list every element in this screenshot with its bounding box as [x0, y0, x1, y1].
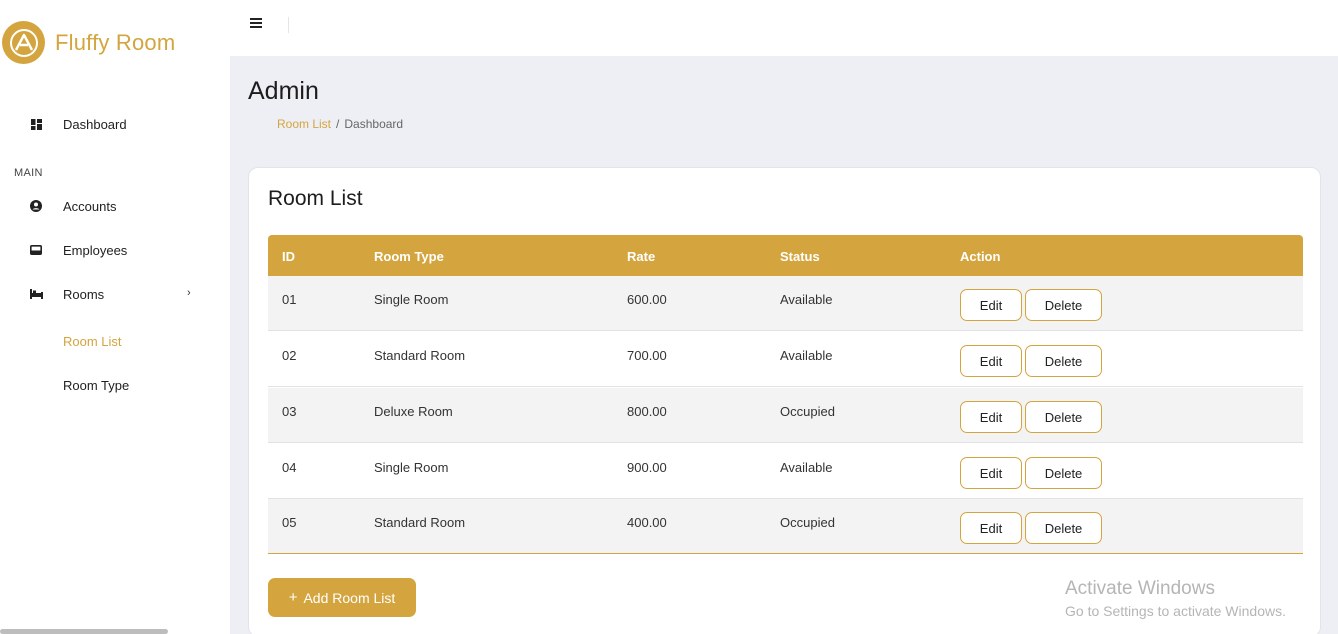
sidebar-scrollbar[interactable]: [0, 629, 168, 634]
delete-button[interactable]: Delete: [1025, 289, 1102, 321]
cell-rate: 700.00: [627, 348, 667, 363]
column-header-rate: Rate: [627, 249, 656, 264]
cell-id: 05: [282, 515, 297, 530]
sidebar-item-label: Accounts: [63, 198, 117, 214]
column-header-action: Action: [960, 249, 1001, 264]
windows-activation-watermark: Activate Windows Go to Settings to activ…: [1065, 578, 1286, 619]
edit-button[interactable]: Edit: [960, 457, 1022, 489]
cell-id: 03: [282, 404, 297, 419]
sidebar-item-room-type[interactable]: Room Type: [63, 378, 129, 393]
cell-id: 04: [282, 460, 297, 475]
room-list-card: Room List ID Room Type Rate Status Actio…: [248, 167, 1321, 634]
cell-room-type: Single Room: [374, 460, 449, 475]
edit-button[interactable]: Edit: [960, 401, 1022, 433]
cell-room-type: Deluxe Room: [374, 404, 453, 419]
cell-status: Occupied: [780, 515, 835, 530]
column-header-id: ID: [282, 249, 295, 264]
breadcrumb-current: Dashboard: [344, 117, 404, 131]
inbox-icon: [28, 242, 44, 258]
cell-rate: 900.00: [627, 460, 667, 475]
cell-rate: 800.00: [627, 404, 667, 419]
user-circle-icon: [28, 198, 44, 214]
dashboard-icon: [28, 116, 44, 132]
delete-button[interactable]: Delete: [1025, 401, 1102, 433]
cell-rate: 400.00: [627, 515, 667, 530]
sidebar-item-dashboard[interactable]: Dashboard: [28, 116, 127, 132]
cell-room-type: Standard Room: [374, 348, 466, 363]
cell-status: Available: [780, 348, 833, 363]
brand-logo-icon: [2, 21, 45, 64]
sidebar-section-main: MAIN: [14, 167, 43, 179]
table-row: 01 Single Room 600.00 Available Edit Del…: [268, 276, 1303, 331]
add-room-list-button[interactable]: + Add Room List: [268, 578, 416, 617]
cell-status: Available: [780, 292, 833, 307]
sidebar-item-label: Employees: [63, 242, 128, 258]
plus-icon: +: [288, 589, 298, 606]
watermark-title: Activate Windows: [1065, 578, 1215, 599]
cell-id: 02: [282, 348, 297, 363]
edit-button[interactable]: Edit: [960, 345, 1022, 377]
sidebar: Fluffy Room Dashboard MAIN Accounts Empl…: [0, 0, 230, 634]
table-row: 03 Deluxe Room 800.00 Occupied Edit Dele…: [268, 388, 1303, 443]
sidebar-item-label: Dashboard: [63, 116, 127, 132]
cell-status: Available: [780, 460, 833, 475]
column-header-room-type: Room Type: [374, 249, 444, 264]
breadcrumb-link-room-list[interactable]: Room List: [277, 117, 331, 131]
table-header: ID Room Type Rate Status Action: [268, 235, 1303, 276]
cell-room-type: Single Room: [374, 292, 449, 307]
sidebar-item-room-list[interactable]: Room List: [63, 334, 122, 349]
breadcrumb: Room List / Dashboard: [277, 117, 403, 131]
table-row: 02 Standard Room 700.00 Available Edit D…: [268, 332, 1303, 387]
edit-button[interactable]: Edit: [960, 289, 1022, 321]
sidebar-item-accounts[interactable]: Accounts: [28, 198, 116, 214]
cell-rate: 600.00: [627, 292, 667, 307]
cell-id: 01: [282, 292, 297, 307]
sidebar-item-label: Rooms: [63, 286, 105, 302]
delete-button[interactable]: Delete: [1025, 512, 1102, 544]
topbar: [230, 0, 1338, 56]
sidebar-item-employees[interactable]: Employees: [28, 242, 127, 258]
bed-icon: [28, 286, 44, 302]
table-row: 05 Standard Room 400.00 Occupied Edit De…: [268, 499, 1303, 554]
delete-button[interactable]: Delete: [1025, 457, 1102, 489]
watermark-subtitle: Go to Settings to activate Windows.: [1065, 603, 1286, 619]
cell-status: Occupied: [780, 404, 835, 419]
sidebar-item-rooms[interactable]: Rooms: [28, 286, 104, 302]
card-title: Room List: [268, 187, 363, 210]
cell-room-type: Standard Room: [374, 515, 466, 530]
breadcrumb-separator: /: [336, 117, 340, 131]
page-title: Admin: [248, 77, 319, 105]
add-room-list-label: Add Room List: [303, 589, 396, 606]
topbar-divider: [288, 17, 289, 33]
menu-toggle-icon[interactable]: [250, 18, 262, 30]
table-row: 04 Single Room 900.00 Available Edit Del…: [268, 444, 1303, 499]
brand[interactable]: Fluffy Room: [2, 21, 175, 64]
delete-button[interactable]: Delete: [1025, 345, 1102, 377]
brand-name: Fluffy Room: [55, 29, 176, 55]
edit-button[interactable]: Edit: [960, 512, 1022, 544]
column-header-status: Status: [780, 249, 820, 264]
chevron-right-icon[interactable]: ›: [187, 287, 191, 299]
